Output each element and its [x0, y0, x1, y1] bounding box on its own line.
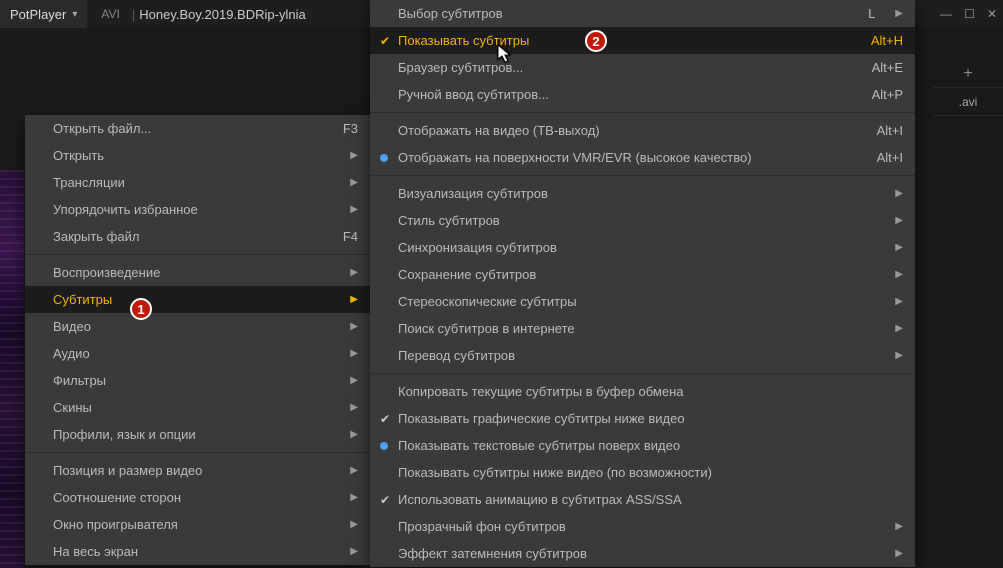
- submenu-arrow-icon: ▶: [895, 188, 903, 199]
- menu-item-aspect-ratio[interactable]: Соотношение сторон▶: [25, 484, 370, 511]
- submenu-arrow-icon: ▶: [350, 402, 358, 413]
- window-controls: — ☐ ✕: [940, 0, 997, 28]
- submenu-arrow-icon: ▶: [895, 323, 903, 334]
- app-name: PotPlayer: [10, 7, 66, 22]
- submenu-item-translate[interactable]: Перевод субтитров▶: [370, 342, 915, 369]
- submenu-arrow-icon: ▶: [350, 519, 358, 530]
- submenu-arrow-icon: ▶: [350, 375, 358, 386]
- menu-separator: [370, 373, 915, 374]
- annotation-badge-2: 2: [585, 30, 607, 52]
- menu-item-audio[interactable]: Аудио▶: [25, 340, 370, 367]
- menu-item-playback[interactable]: Воспроизведение▶: [25, 259, 370, 286]
- menu-item-position-size[interactable]: Позиция и размер видео▶: [25, 457, 370, 484]
- menu-item-video[interactable]: Видео▶: [25, 313, 370, 340]
- submenu-item-show-below-possible[interactable]: Показывать субтитры ниже видео (по возмо…: [370, 459, 915, 486]
- chevron-down-icon: ▾: [72, 9, 77, 20]
- submenu-item-visualization[interactable]: Визуализация субтитров▶: [370, 180, 915, 207]
- submenu-item-style[interactable]: Стиль субтитров▶: [370, 207, 915, 234]
- submenu-arrow-icon: ▶: [895, 296, 903, 307]
- submenu-item-select-subs[interactable]: Выбор субтитровL▶: [370, 0, 915, 27]
- submenu-arrow-icon: ▶: [895, 215, 903, 226]
- submenu-arrow-icon: ▶: [895, 548, 903, 559]
- check-icon: ✔: [378, 493, 392, 507]
- submenu-arrow-icon: ▶: [895, 350, 903, 361]
- submenu-item-display-vmr[interactable]: Отображать на поверхности VMR/EVR (высок…: [370, 144, 915, 171]
- submenu-item-transparent-bg[interactable]: Прозрачный фон субтитров▶: [370, 513, 915, 540]
- check-icon: ✔: [378, 34, 392, 48]
- submenu-arrow-icon: ▶: [350, 429, 358, 440]
- title-separator: |: [132, 7, 135, 22]
- playlist-tab[interactable]: .avi: [933, 88, 1003, 116]
- submenu-item-save[interactable]: Сохранение субтитров▶: [370, 261, 915, 288]
- submenu-arrow-icon: ▶: [895, 521, 903, 532]
- subtitles-submenu: Выбор субтитровL▶ ✔Показывать субтитрыAl…: [370, 0, 915, 567]
- video-area: [0, 170, 24, 568]
- menu-item-subtitles[interactable]: Субтитры▶: [25, 286, 370, 313]
- submenu-arrow-icon: ▶: [350, 294, 358, 305]
- add-tab-button[interactable]: +: [933, 60, 1003, 88]
- submenu-arrow-icon: ▶: [350, 492, 358, 503]
- submenu-arrow-icon: ▶: [895, 242, 903, 253]
- menu-separator: [370, 112, 915, 113]
- submenu-arrow-icon: ▶: [895, 269, 903, 280]
- submenu-arrow-icon: ▶: [350, 204, 358, 215]
- submenu-arrow-icon: ▶: [895, 8, 903, 19]
- submenu-arrow-icon: ▶: [350, 546, 358, 557]
- submenu-item-sync[interactable]: Синхронизация субтитров▶: [370, 234, 915, 261]
- menu-item-favorites[interactable]: Упорядочить избранное▶: [25, 196, 370, 223]
- submenu-item-dim-effect[interactable]: Эффект затемнения субтитров▶: [370, 540, 915, 567]
- menu-item-close-file[interactable]: Закрыть файлF4: [25, 223, 370, 250]
- menu-item-open-file[interactable]: Открыть файл...F3: [25, 115, 370, 142]
- radio-icon: [380, 154, 388, 162]
- menu-separator: [370, 175, 915, 176]
- menu-item-streams[interactable]: Трансляции▶: [25, 169, 370, 196]
- submenu-arrow-icon: ▶: [350, 267, 358, 278]
- submenu-arrow-icon: ▶: [350, 321, 358, 332]
- submenu-arrow-icon: ▶: [350, 348, 358, 359]
- menu-item-fullscreen[interactable]: На весь экран▶: [25, 538, 370, 565]
- submenu-arrow-icon: ▶: [350, 465, 358, 476]
- playlist-tabs: + .avi: [933, 60, 1003, 116]
- submenu-item-display-on-video[interactable]: Отображать на видео (ТВ-выход)Alt+I: [370, 117, 915, 144]
- submenu-item-stereo[interactable]: Стереоскопические субтитры▶: [370, 288, 915, 315]
- app-menu-button[interactable]: PotPlayer ▾: [0, 0, 87, 28]
- submenu-arrow-icon: ▶: [350, 177, 358, 188]
- annotation-badge-1: 1: [130, 298, 152, 320]
- close-button[interactable]: ✕: [987, 7, 997, 21]
- submenu-arrow-icon: ▶: [350, 150, 358, 161]
- menu-item-player-window[interactable]: Окно проигрывателя▶: [25, 511, 370, 538]
- menu-item-filters[interactable]: Фильтры▶: [25, 367, 370, 394]
- submenu-item-show-text-over[interactable]: Показывать текстовые субтитры поверх вид…: [370, 432, 915, 459]
- submenu-item-show-graphic-below[interactable]: ✔Показывать графические субтитры ниже ви…: [370, 405, 915, 432]
- menu-item-skins[interactable]: Скины▶: [25, 394, 370, 421]
- menu-item-open[interactable]: Открыть▶: [25, 142, 370, 169]
- radio-icon: [380, 442, 388, 450]
- menu-separator: [25, 254, 370, 255]
- submenu-item-search-online[interactable]: Поиск субтитров в интернете▶: [370, 315, 915, 342]
- format-badge: AVI: [101, 7, 119, 21]
- menu-item-profiles[interactable]: Профили, язык и опции▶: [25, 421, 370, 448]
- check-icon: ✔: [378, 412, 392, 426]
- submenu-item-show-subs[interactable]: ✔Показывать субтитрыAlt+H: [370, 27, 915, 54]
- maximize-button[interactable]: ☐: [964, 7, 975, 21]
- menu-separator: [25, 452, 370, 453]
- file-title: Honey.Boy.2019.BDRip-ylnia: [139, 7, 305, 22]
- main-context-menu: Открыть файл...F3 Открыть▶ Трансляции▶ У…: [25, 115, 370, 565]
- submenu-item-sub-browser[interactable]: Браузер субтитров...Alt+E: [370, 54, 915, 81]
- submenu-item-copy-clipboard[interactable]: Копировать текущие субтитры в буфер обме…: [370, 378, 915, 405]
- minimize-button[interactable]: —: [940, 7, 952, 21]
- submenu-item-manual-sub[interactable]: Ручной ввод субтитров...Alt+P: [370, 81, 915, 108]
- submenu-item-ass-animation[interactable]: ✔Использовать анимацию в субтитрах ASS/S…: [370, 486, 915, 513]
